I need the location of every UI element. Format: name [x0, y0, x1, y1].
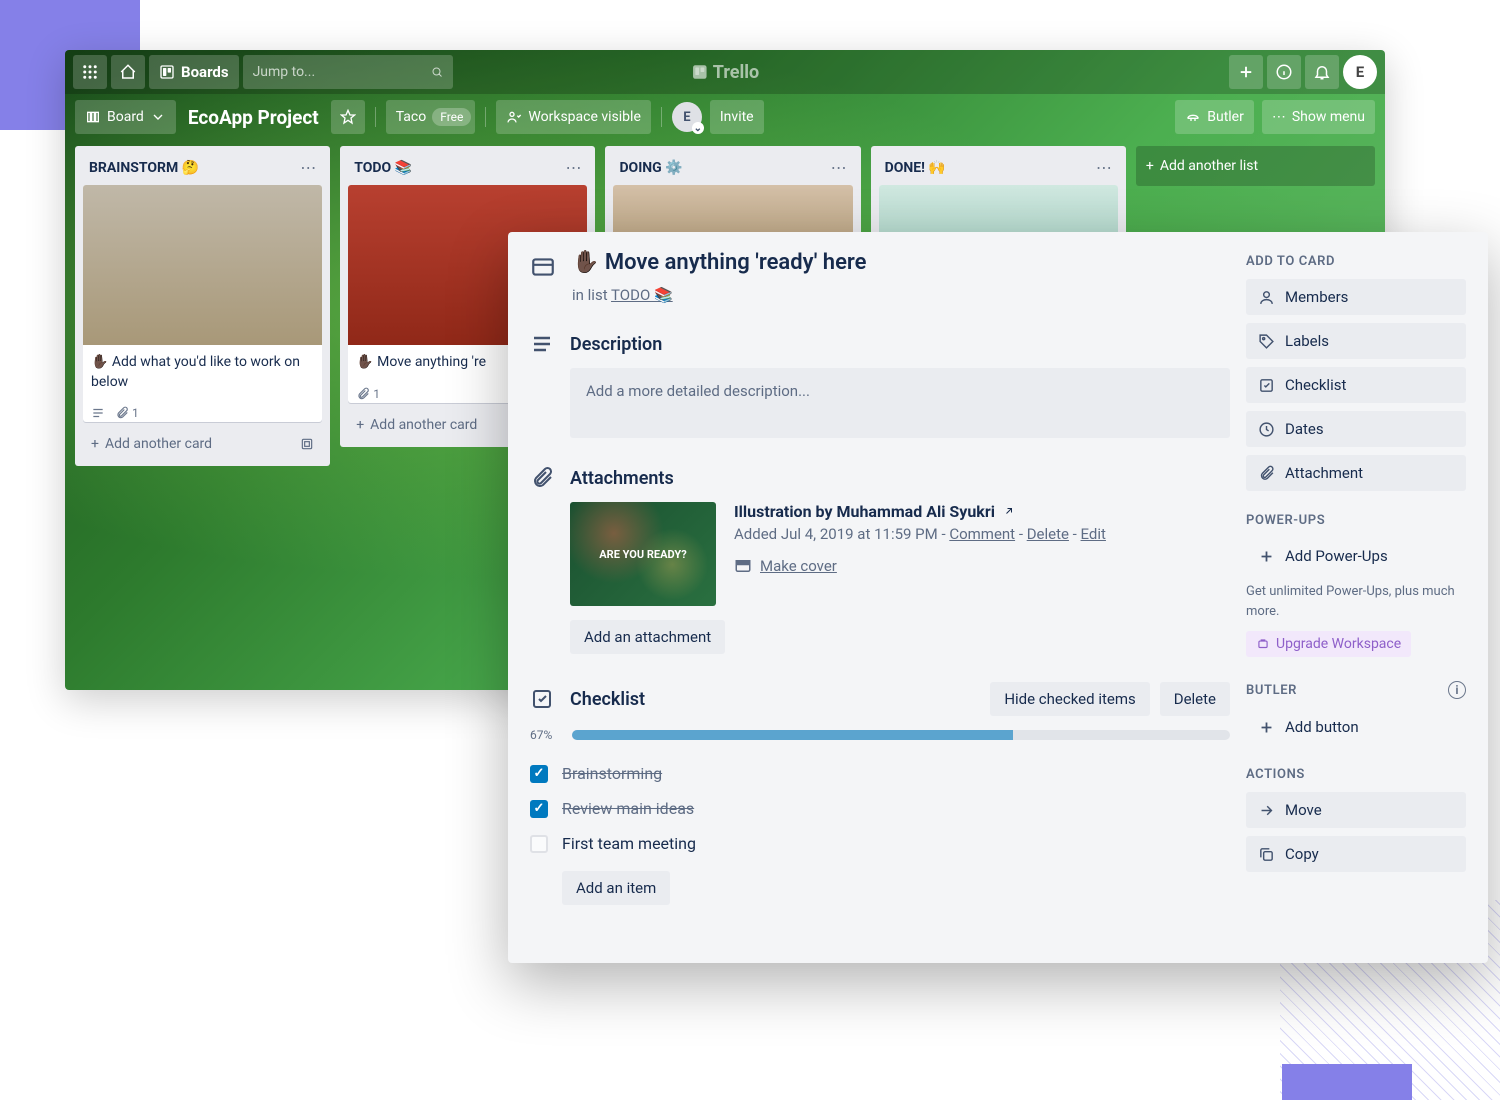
list-title[interactable]: DONE! 🙌	[885, 160, 946, 176]
checklist-icon	[530, 687, 554, 711]
checklist-checkbox[interactable]	[530, 835, 548, 853]
checklist-item-text: Review main ideas	[562, 799, 694, 818]
notifications-icon[interactable]	[1305, 55, 1339, 89]
show-menu-button[interactable]: ⋯ Show menu	[1262, 100, 1375, 134]
labels-button[interactable]: Labels	[1246, 323, 1466, 359]
create-icon[interactable]	[1229, 55, 1263, 89]
list-brainstorm: BRAINSTORM 🤔 ⋯ ✋🏿 Add what you'd like to …	[75, 146, 330, 466]
board-member-avatar[interactable]: E⌄	[672, 102, 702, 132]
checklist-item-text: Brainstorming	[562, 764, 662, 783]
attachments-section: Attachments ARE YOU READY? Illustration …	[530, 466, 1230, 654]
star-button[interactable]	[331, 100, 365, 134]
attachment-thumbnail[interactable]: ARE YOU READY?	[570, 502, 716, 606]
avatar[interactable]: E	[1343, 55, 1377, 89]
delete-checklist-button[interactable]: Delete	[1160, 682, 1230, 716]
list-menu-icon[interactable]: ⋯	[831, 158, 847, 177]
description-icon	[530, 332, 554, 356]
chevron-down-icon	[150, 109, 166, 125]
description-input[interactable]: Add a more detailed description...	[570, 368, 1230, 438]
add-list-button[interactable]: +Add another list	[1136, 146, 1375, 186]
list-menu-icon[interactable]: ⋯	[1096, 158, 1112, 177]
card-detail-main: ✋🏿 Move anything 'ready' here in list TO…	[530, 250, 1246, 933]
list-title[interactable]: BRAINSTORM 🤔	[89, 160, 199, 176]
card-icon	[530, 254, 556, 280]
search-icon	[431, 64, 443, 80]
attachment-icon	[115, 406, 129, 420]
checklist-item[interactable]: Review main ideas	[530, 791, 1230, 826]
card-cover	[83, 185, 322, 345]
checklist-checkbox[interactable]	[530, 765, 548, 783]
hide-checked-button[interactable]: Hide checked items	[990, 682, 1149, 716]
add-card-button[interactable]: +Add another card	[83, 430, 322, 458]
attachment-delete-link[interactable]: Delete	[1027, 525, 1069, 543]
info-icon[interactable]	[1267, 55, 1301, 89]
invite-button[interactable]: Invite	[710, 100, 764, 134]
global-header: Boards Trello E	[65, 50, 1385, 94]
trello-logo[interactable]: Trello	[691, 62, 759, 83]
add-attachment-button[interactable]: Add an attachment	[570, 620, 725, 654]
in-list-label: in list TODO 📚	[572, 286, 1230, 304]
description-section: Description Add a more detailed descript…	[530, 332, 1230, 438]
description-icon	[91, 406, 105, 420]
list-link[interactable]: TODO 📚	[611, 286, 673, 304]
external-link-icon	[1003, 505, 1015, 517]
card-detail-sidebar: ADD TO CARD Members Labels Checklist Dat…	[1246, 250, 1466, 933]
add-button-button[interactable]: Add button	[1246, 709, 1466, 745]
card-detail-modal: ✋🏿 Move anything 'ready' here in list TO…	[508, 232, 1488, 963]
members-button[interactable]: Members	[1246, 279, 1466, 315]
board-name[interactable]: EcoApp Project	[184, 106, 323, 129]
move-button[interactable]: Move	[1246, 792, 1466, 828]
decor-purple-bottom	[1282, 1064, 1412, 1100]
attachment-item: ARE YOU READY? Illustration by Muhammad …	[570, 502, 1230, 606]
copy-button[interactable]: Copy	[1246, 836, 1466, 872]
search-box[interactable]	[243, 55, 453, 89]
add-checklist-item-button[interactable]: Add an item	[562, 871, 670, 905]
checklist-checkbox[interactable]	[530, 800, 548, 818]
upgrade-workspace-button[interactable]: Upgrade Workspace	[1246, 631, 1411, 657]
list-menu-icon[interactable]: ⋯	[565, 158, 581, 177]
checklist-item[interactable]: First team meeting	[530, 826, 1230, 861]
cover-icon	[734, 557, 752, 575]
checklist-item[interactable]: Brainstorming	[530, 756, 1230, 791]
boards-button[interactable]: Boards	[149, 55, 239, 89]
checklist-button[interactable]: Checklist	[1246, 367, 1466, 403]
list-title[interactable]: TODO 📚	[354, 160, 412, 176]
list-menu-icon[interactable]: ⋯	[300, 158, 316, 177]
card-detail-title[interactable]: ✋🏿 Move anything 'ready' here	[572, 250, 866, 275]
checklist-progress: 67%	[530, 728, 1230, 742]
butler-info-icon[interactable]: i	[1448, 681, 1466, 699]
template-icon[interactable]	[300, 437, 314, 451]
boards-label: Boards	[181, 63, 229, 81]
attachment-title[interactable]: Illustration by Muhammad Ali Syukri	[734, 502, 1230, 521]
add-powerups-button[interactable]: Add Power-Ups	[1246, 538, 1466, 574]
make-cover-link[interactable]: Make cover	[760, 557, 837, 575]
team-badge[interactable]: TacoFree	[386, 100, 476, 134]
board-header: Board EcoApp Project TacoFree Workspace …	[65, 94, 1385, 140]
attachment-edit-link[interactable]: Edit	[1081, 525, 1106, 543]
attachment-comment-link[interactable]: Comment	[949, 525, 1015, 543]
search-input[interactable]	[253, 64, 431, 80]
board-view-button[interactable]: Board	[75, 100, 176, 134]
attachment-button[interactable]: Attachment	[1246, 455, 1466, 491]
checklist-section: Checklist Hide checked items Delete 67% …	[530, 682, 1230, 905]
list-title[interactable]: DOING ⚙️	[619, 160, 682, 176]
apps-icon[interactable]	[73, 55, 107, 89]
visibility-button[interactable]: Workspace visible	[496, 100, 650, 134]
dates-button[interactable]: Dates	[1246, 411, 1466, 447]
checklist-item-text: First team meeting	[562, 834, 696, 853]
attachment-icon	[530, 466, 554, 490]
card[interactable]: ✋🏿 Add what you'd like to work on below …	[83, 185, 322, 422]
home-icon[interactable]	[111, 55, 145, 89]
attachment-icon	[356, 387, 370, 401]
butler-button[interactable]: Butler	[1175, 100, 1254, 134]
